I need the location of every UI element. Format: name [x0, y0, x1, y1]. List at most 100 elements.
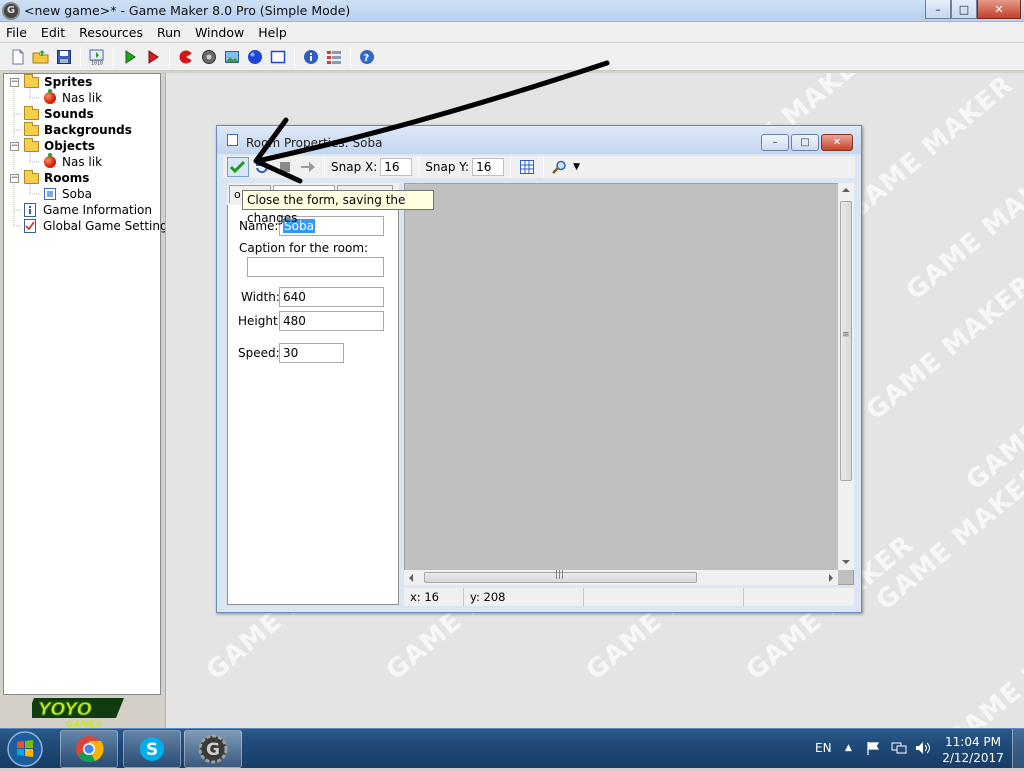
undo-icon[interactable]	[252, 157, 272, 177]
expand-sprites-toggle[interactable]: −	[10, 78, 19, 87]
toolbar-separator	[294, 46, 295, 67]
ok-checkmark-button[interactable]	[227, 157, 249, 177]
menu-edit[interactable]: Edit	[35, 25, 73, 40]
taskbar-game-maker-button[interactable]: G	[184, 730, 242, 768]
snap-x-label: Snap X:	[331, 160, 378, 174]
horizontal-scroll-thumb[interactable]: |||	[424, 570, 697, 583]
room-caption-field[interactable]	[247, 257, 384, 277]
caption-label: Caption for the room:	[239, 241, 369, 255]
network-icon[interactable]	[891, 728, 907, 768]
room-speed-field[interactable]: 30	[279, 343, 344, 363]
volume-icon[interactable]	[915, 728, 931, 768]
watermark-text: GAME MAKER	[860, 269, 1024, 427]
menu-window[interactable]: Window	[189, 25, 252, 40]
tree-folder-sprites[interactable]: Sprites	[24, 73, 92, 90]
vertical-scroll-thumb[interactable]: ≡	[840, 201, 852, 481]
room-toolbar: Snap X: 16 Snap Y: 16 ▼	[223, 156, 855, 178]
room-window-controls: – □ ✕	[761, 134, 853, 151]
tree-folder-sounds[interactable]: Sounds	[24, 105, 94, 122]
tree-label: Game Information	[43, 203, 153, 217]
add-background-icon[interactable]	[222, 47, 242, 67]
tree-item-sprite[interactable]: Nas lik	[44, 89, 102, 106]
room-width-field[interactable]: 640	[279, 287, 384, 307]
horizontal-scrollbar[interactable]: |||	[404, 570, 838, 585]
expand-objects-toggle[interactable]: −	[10, 142, 19, 151]
tree-folder-rooms[interactable]: Rooms	[24, 169, 90, 186]
vertical-thumb-grip: ≡	[842, 330, 850, 340]
system-clock[interactable]: 11:04 PM 2/12/2017	[940, 734, 1006, 766]
ok-button-tooltip: Close the form, saving the changes	[242, 190, 434, 225]
shift-instances-icon[interactable]	[298, 157, 318, 177]
add-object-icon[interactable]	[245, 47, 265, 67]
game-maker-app-icon[interactable]: G	[2, 2, 20, 20]
room-editor-canvas[interactable]	[404, 183, 854, 585]
minimize-button[interactable]: –	[925, 0, 951, 19]
clear-room-icon[interactable]	[275, 157, 295, 177]
zoom-icon[interactable]	[550, 157, 570, 177]
run-debug-icon[interactable]	[143, 47, 163, 67]
room-close-button[interactable]: ✕	[821, 134, 853, 151]
grid-toggle-icon[interactable]	[517, 157, 537, 177]
zoom-dropdown-arrow[interactable]: ▼	[573, 162, 580, 172]
toolbar-separator	[510, 157, 512, 177]
toolbar-separator	[80, 46, 81, 67]
menu-run[interactable]: Run	[151, 25, 189, 40]
add-sound-icon[interactable]	[199, 47, 219, 67]
new-file-icon[interactable]	[8, 47, 28, 67]
show-hidden-icons-icon[interactable]: ▲	[845, 728, 852, 768]
scroll-down-arrow-icon[interactable]	[842, 559, 850, 565]
snap-y-label: Snap Y:	[425, 160, 470, 174]
yoyo-games-logo: YOYO GAMES	[32, 698, 124, 730]
taskbar-chrome-button[interactable]	[60, 730, 118, 768]
action-center-flag-icon[interactable]	[866, 728, 880, 768]
scroll-right-arrow-icon[interactable]	[828, 574, 834, 582]
toolbar-separator	[324, 157, 325, 177]
maximize-button[interactable]: □	[951, 0, 977, 19]
scroll-up-arrow-icon[interactable]	[842, 187, 850, 193]
svg-text:?: ?	[364, 53, 370, 64]
info-icon	[24, 203, 36, 217]
menu-help[interactable]: Help	[252, 25, 295, 40]
settings-check-icon	[24, 219, 36, 233]
room-maximize-button[interactable]: □	[791, 134, 819, 151]
tree-label: Sounds	[44, 107, 94, 121]
room-minimize-button[interactable]: –	[761, 134, 789, 151]
speed-label: Speed:	[238, 346, 280, 360]
save-icon[interactable]	[54, 47, 74, 67]
scroll-left-arrow-icon[interactable]	[408, 574, 414, 582]
snap-x-input[interactable]: 16	[380, 158, 413, 176]
vertical-scrollbar[interactable]: ≡	[838, 183, 854, 570]
language-indicator[interactable]: EN	[815, 728, 832, 768]
toolbar-separator	[350, 46, 351, 67]
logo-text-top: YOYO	[38, 699, 92, 720]
watermark-text: GAME MAKER	[940, 599, 1024, 728]
menu-file[interactable]: File	[0, 25, 35, 40]
help-icon[interactable]: ?	[357, 47, 377, 67]
tree-folder-objects[interactable]: Objects	[24, 137, 95, 154]
tree-folder-backgrounds[interactable]: Backgrounds	[24, 121, 132, 138]
tree-label: Rooms	[44, 171, 90, 185]
run-game-icon[interactable]	[120, 47, 140, 67]
close-button[interactable]: ✕	[977, 0, 1021, 19]
toolbar-separator	[113, 46, 114, 67]
create-executable-icon[interactable]: 1010	[87, 47, 107, 67]
global-settings-icon[interactable]	[324, 47, 344, 67]
open-folder-icon[interactable]	[31, 47, 51, 67]
expand-rooms-toggle[interactable]: −	[10, 174, 19, 183]
tree-item-room[interactable]: Soba	[44, 186, 92, 202]
taskbar-skype-button[interactable]: S	[123, 730, 181, 768]
show-desktop-button[interactable]	[1012, 729, 1024, 768]
menu-resources[interactable]: Resources	[73, 25, 151, 40]
add-sprite-icon[interactable]	[176, 47, 196, 67]
game-information-icon[interactable]	[301, 47, 321, 67]
start-button[interactable]	[3, 730, 47, 768]
tree-item-global-settings[interactable]: Global Game Settings	[24, 218, 174, 234]
add-room-icon[interactable]	[268, 47, 288, 67]
windows-start-orb-icon	[7, 731, 43, 767]
tree-item-object[interactable]: Nas lik	[44, 153, 102, 170]
toolbar-separator	[169, 46, 170, 67]
width-label: Width:	[241, 290, 280, 304]
room-height-field[interactable]: 480	[279, 311, 384, 331]
snap-y-input[interactable]: 16	[472, 158, 505, 176]
tree-item-game-information[interactable]: Game Information	[24, 202, 152, 218]
